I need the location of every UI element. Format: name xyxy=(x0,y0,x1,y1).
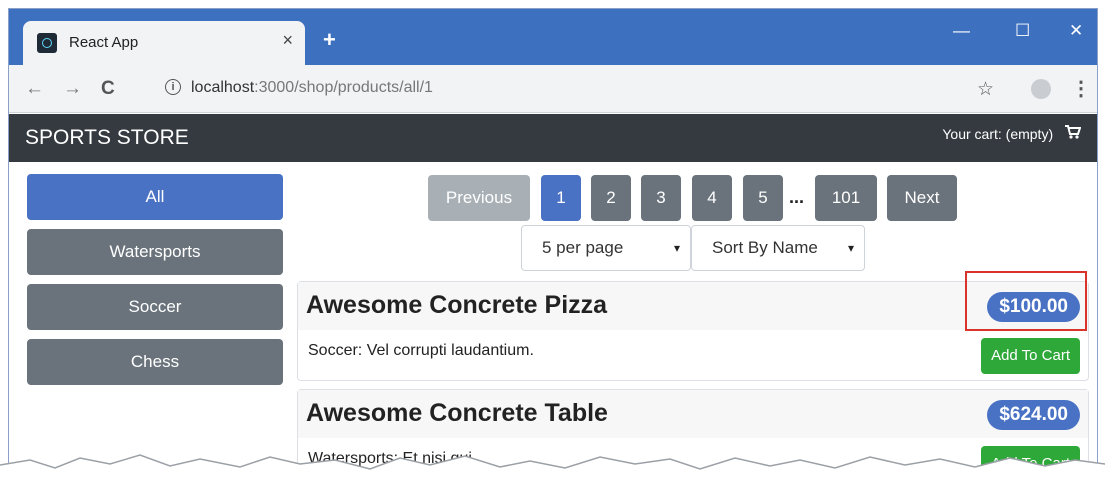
torn-edge-decoration xyxy=(0,454,1105,491)
chevron-down-icon: ▾ xyxy=(847,241,854,255)
browser-window: React App × + — ☐ ✕ ← → C i localhost:30… xyxy=(8,8,1098,483)
app-navbar: SPORTS STORE Your cart: (empty) xyxy=(9,114,1097,162)
sort-select[interactable]: Sort By Name ▾ xyxy=(691,225,865,271)
page-2-button[interactable]: 2 xyxy=(591,175,631,221)
category-chess-button[interactable]: Chess xyxy=(27,339,283,385)
cart-text: Your cart: (empty) xyxy=(942,126,1054,142)
sort-value: Sort By Name xyxy=(712,238,818,257)
page-last-button[interactable]: 101 xyxy=(815,175,877,221)
address-bar: ← → C i localhost:3000/shop/products/all… xyxy=(9,65,1097,113)
product-card-header: Awesome Concrete Table $624.00 xyxy=(298,390,1088,438)
category-soccer-button[interactable]: Soccer xyxy=(27,284,283,330)
cart-summary[interactable]: Your cart: (empty) xyxy=(942,125,1082,144)
react-favicon-icon xyxy=(37,33,57,53)
category-watersports-button[interactable]: Watersports xyxy=(27,229,283,275)
previous-page-button[interactable]: Previous xyxy=(428,175,530,221)
brand-title: SPORTS STORE xyxy=(25,126,189,149)
browser-titlebar: React App × + — ☐ ✕ xyxy=(9,9,1097,65)
page-5-button[interactable]: 5 xyxy=(743,175,783,221)
price-highlight-box xyxy=(965,271,1087,331)
menu-dots-icon[interactable]: ⋮ xyxy=(1071,76,1091,101)
add-to-cart-button[interactable]: Add To Cart xyxy=(981,338,1080,374)
tab-title: React App xyxy=(69,34,139,51)
minimize-icon[interactable]: — xyxy=(953,21,970,41)
profile-avatar-icon[interactable] xyxy=(1031,79,1051,99)
price-badge: $624.00 xyxy=(987,400,1080,430)
forward-icon[interactable]: → xyxy=(63,78,82,100)
product-name: Awesome Concrete Table xyxy=(306,399,608,427)
back-icon[interactable]: ← xyxy=(25,78,44,100)
page-3-button[interactable]: 3 xyxy=(641,175,681,221)
page-size-value: 5 per page xyxy=(542,238,624,257)
page-1-button[interactable]: 1 xyxy=(541,175,581,221)
product-name: Awesome Concrete Pizza xyxy=(306,291,608,319)
product-description: Soccer: Vel corrupti laudantium. xyxy=(308,342,534,359)
page-size-select[interactable]: 5 per page ▾ xyxy=(521,225,691,271)
page-4-button[interactable]: 4 xyxy=(692,175,732,221)
tab-close-icon[interactable]: × xyxy=(282,30,293,51)
chevron-down-icon: ▾ xyxy=(673,241,680,255)
url-text: localhost:3000/shop/products/all/1 xyxy=(191,79,433,96)
maximize-icon[interactable]: ☐ xyxy=(1015,21,1030,41)
pagination-ellipsis: ... xyxy=(789,187,805,207)
cart-icon[interactable] xyxy=(1065,125,1082,144)
bookmark-star-icon[interactable]: ☆ xyxy=(977,78,994,101)
browser-tab[interactable]: React App × xyxy=(23,21,305,65)
close-window-icon[interactable]: ✕ xyxy=(1069,21,1083,41)
new-tab-icon[interactable]: + xyxy=(323,27,336,53)
category-all-button[interactable]: All xyxy=(27,174,283,220)
next-page-button[interactable]: Next xyxy=(887,175,957,221)
reload-icon[interactable]: C xyxy=(101,78,115,100)
url-input[interactable]: i localhost:3000/shop/products/all/1 xyxy=(149,73,1029,105)
product-card-body: Soccer: Vel corrupti laudantium. Add To … xyxy=(298,330,1088,380)
info-icon[interactable]: i xyxy=(165,79,181,95)
